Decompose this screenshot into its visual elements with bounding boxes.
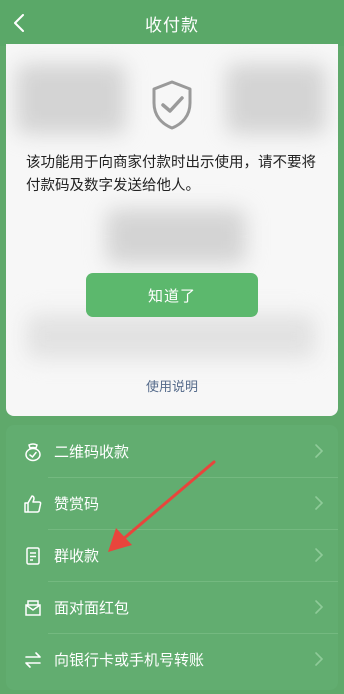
qr-receive-icon xyxy=(22,441,44,463)
menu-item-label: 赞赏码 xyxy=(54,495,100,513)
menu-item-label: 面对面红包 xyxy=(54,599,130,617)
blurred-content xyxy=(226,64,326,134)
shield-check-icon xyxy=(152,80,192,130)
menu-item-bank-transfer[interactable]: 向银行卡或手机号转账 xyxy=(6,634,338,685)
menu-item-face-to-face-red-packet[interactable]: 面对面红包 xyxy=(6,582,338,633)
menu-item-qr-receive[interactable]: 二维码收款 xyxy=(6,426,338,477)
menu-item-group-receive[interactable]: 群收款 xyxy=(6,530,338,581)
blurred-content xyxy=(106,209,246,264)
got-it-button[interactable]: 知道了 xyxy=(86,273,258,317)
red-packet-icon xyxy=(22,597,44,619)
top-bar: 收付款 xyxy=(0,0,344,46)
page-title: 收付款 xyxy=(145,15,199,36)
back-button[interactable] xyxy=(4,8,34,38)
menu-item-label: 群收款 xyxy=(54,547,100,565)
chevron-left-icon xyxy=(14,14,24,32)
chevron-right-icon xyxy=(315,600,324,614)
menu-item-label: 向银行卡或手机号转账 xyxy=(54,651,205,669)
payment-code-card: 该功能用于向商家付款时出示使用，请不要将付款码及数字发送给他人。 知道了 使用说… xyxy=(6,44,338,416)
menu-item-label: 二维码收款 xyxy=(54,443,130,461)
chevron-right-icon xyxy=(315,548,324,562)
chevron-right-icon xyxy=(315,496,324,510)
chevron-right-icon xyxy=(315,652,324,666)
blurred-content xyxy=(26,314,316,359)
security-notice: 该功能用于向商家付款时出示使用，请不要将付款码及数字发送给他人。 xyxy=(26,155,316,194)
blurred-content xyxy=(16,64,126,134)
chevron-right-icon xyxy=(315,444,324,458)
menu-item-appreciation-code[interactable]: 赞赏码 xyxy=(6,478,338,529)
thumbs-up-icon xyxy=(22,493,44,515)
usage-instructions-link[interactable]: 使用说明 xyxy=(6,376,338,395)
payment-options-menu: 二维码收款 赞赏码 群收款 面对面红包 向银行卡或手机号转账 xyxy=(6,425,338,690)
transfer-icon xyxy=(22,649,44,671)
group-receive-icon xyxy=(22,545,44,567)
